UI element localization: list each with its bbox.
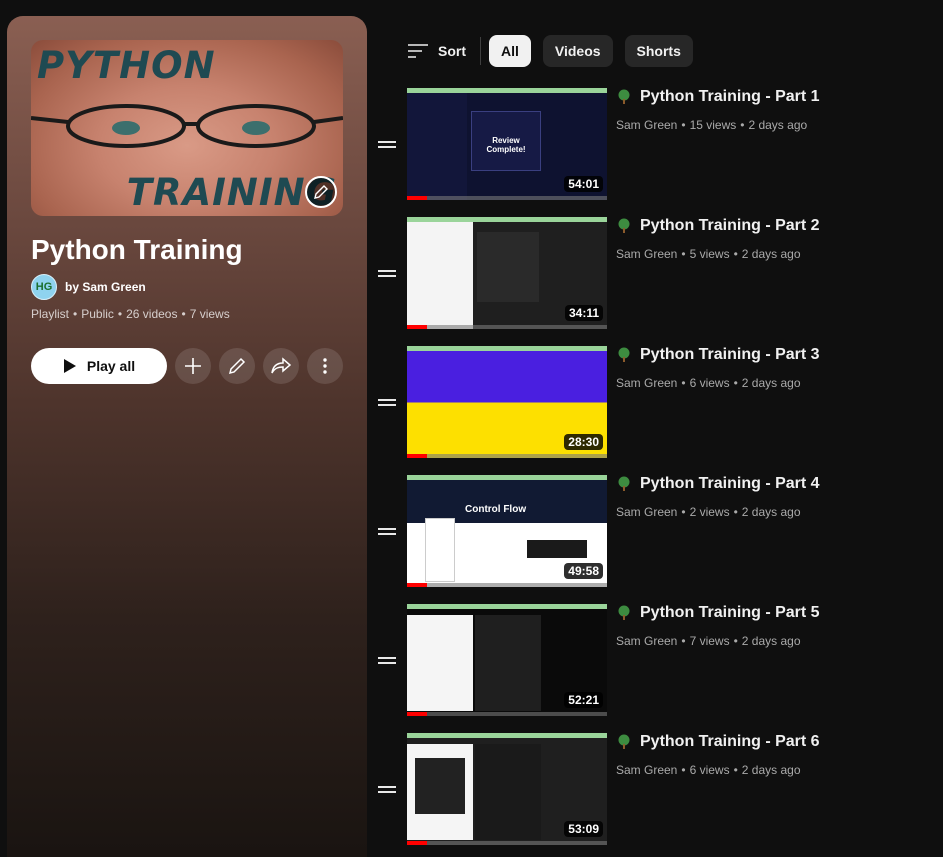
filter-divider [480,37,481,65]
meta-visibility: Public [81,307,114,321]
video-channel[interactable]: Sam Green [616,505,677,519]
video-age: 2 days ago [741,376,801,390]
video-channel[interactable]: Sam Green [616,247,677,261]
plus-icon [185,358,201,374]
edit-thumbnail-button[interactable] [305,176,337,208]
video-age: 2 days ago [741,505,801,519]
tree-icon [618,476,630,491]
video-views: 6 views [689,763,730,777]
video-views: 6 views [689,376,730,390]
avatar[interactable]: HG [31,274,57,300]
video-age: 2 days ago [741,247,801,261]
video-views: 15 views [689,118,737,132]
meta-view-count: 7 views [189,307,230,321]
tree-icon [618,89,630,104]
playlist-meta: Playlist • Public • 26 videos • 7 views [31,307,230,321]
video-thumbnail[interactable]: Control Flow 49:58 [407,475,607,587]
meta-type: Playlist [31,307,70,321]
vertical-dots-icon [323,358,327,374]
drag-handle-icon[interactable] [378,267,400,281]
meta-video-count: 26 videos [126,307,178,321]
video-channel[interactable]: Sam Green [616,763,677,777]
glasses-graphic [31,104,343,148]
chip-videos[interactable]: Videos [542,35,613,67]
add-to-playlist-button[interactable] [175,348,211,384]
video-age: 2 days ago [748,118,808,132]
video-channel[interactable]: Sam Green [616,376,677,390]
video-title[interactable]: Python Training - Part 5 [640,604,820,622]
video-thumbnail[interactable]: Review Complete! 54:01 [407,88,607,200]
video-age: 2 days ago [741,634,801,648]
video-title[interactable]: Python Training - Part 6 [640,733,820,751]
video-title[interactable]: Python Training - Part 4 [640,475,820,493]
playlist-header-panel: PYTHON TRAINING Python Training HG by Sa… [7,16,367,857]
video-title[interactable]: Python Training - Part 1 [640,88,820,106]
playlist-owner[interactable]: HG by Sam Green [31,274,146,300]
video-thumbnail[interactable]: 34:11 [407,217,607,329]
video-thumbnail[interactable]: 28:30 [407,346,607,458]
video-duration: 53:09 [564,821,603,837]
drag-handle-icon[interactable] [378,138,400,152]
hero-text-top: PYTHON [37,44,216,87]
owner-name[interactable]: by Sam Green [65,280,146,294]
list-item[interactable]: 34:11 Python Training - Part 2 Sam Green… [378,217,938,346]
list-item[interactable]: 52:21 Python Training - Part 5 Sam Green… [378,604,938,733]
drag-handle-icon[interactable] [378,525,400,539]
share-button[interactable] [263,348,299,384]
pencil-icon [228,357,246,375]
tree-icon [618,218,630,233]
video-views: 7 views [689,634,730,648]
playlist-actions: Play all [31,348,343,384]
video-thumbnail[interactable]: 52:21 [407,604,607,716]
video-duration: 54:01 [564,176,603,192]
video-views: 2 views [689,505,730,519]
video-thumbnail[interactable]: 53:09 [407,733,607,845]
sort-lines-icon [408,44,428,58]
video-duration: 49:58 [564,563,603,579]
video-duration: 52:21 [564,692,603,708]
drag-handle-icon[interactable] [378,783,400,797]
playlist-title: Python Training [31,234,243,265]
tree-icon [618,734,630,749]
list-item[interactable]: 53:09 Python Training - Part 6 Sam Green… [378,733,938,857]
video-channel[interactable]: Sam Green [616,118,677,132]
edit-playlist-button[interactable] [219,348,255,384]
tree-icon [618,347,630,362]
tree-icon [618,605,630,620]
video-title[interactable]: Python Training - Part 3 [640,346,820,364]
playlist-video-list: Review Complete! 54:01 Python Training -… [378,88,938,857]
play-all-button[interactable]: Play all [31,348,167,384]
video-title[interactable]: Python Training - Part 2 [640,217,820,235]
filter-bar: Sort All Videos Shorts [408,35,705,67]
list-item[interactable]: Control Flow 49:58 Python Training - Par… [378,475,938,604]
sort-label: Sort [438,43,466,59]
play-triangle-icon [63,359,76,373]
list-item[interactable]: 28:30 Python Training - Part 3 Sam Green… [378,346,938,475]
video-channel[interactable]: Sam Green [616,634,677,648]
chip-all[interactable]: All [489,35,531,67]
thumb-caption: Control Flow [465,504,527,515]
more-options-button[interactable] [307,348,343,384]
video-age: 2 days ago [741,763,801,777]
sort-button[interactable]: Sort [408,43,480,59]
play-all-label: Play all [86,358,136,374]
drag-handle-icon[interactable] [378,654,400,668]
share-arrow-icon [271,357,291,374]
chip-shorts[interactable]: Shorts [624,35,693,67]
video-views: 5 views [689,247,730,261]
playlist-thumbnail[interactable]: PYTHON TRAINING [31,40,343,216]
drag-handle-icon[interactable] [378,396,400,410]
list-item[interactable]: Review Complete! 54:01 Python Training -… [378,88,938,217]
thumb-caption: Review Complete! [471,111,541,171]
video-duration: 34:11 [564,305,603,321]
pencil-icon [314,185,328,199]
video-duration: 28:30 [564,434,603,450]
